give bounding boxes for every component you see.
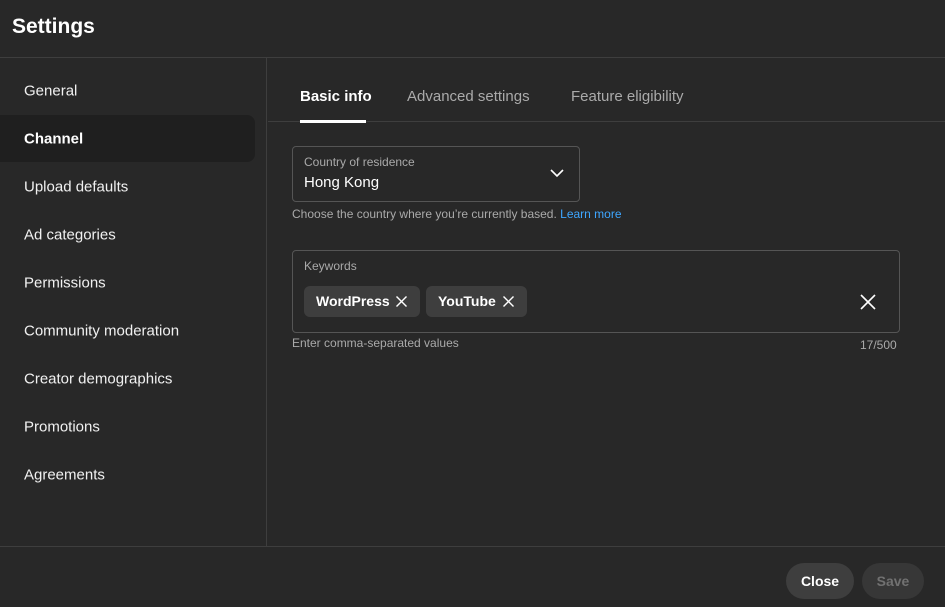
tab-label: Basic info xyxy=(300,88,372,105)
sidebar-item-label: Promotions xyxy=(24,418,100,435)
keywords-help-text: Enter comma-separated values xyxy=(292,336,459,350)
tab-advanced-settings[interactable]: Advanced settings xyxy=(407,58,533,122)
tab-label: Feature eligibility xyxy=(571,88,684,105)
sidebar-item-promotions[interactable]: Promotions xyxy=(0,403,255,450)
sidebar-item-label: Permissions xyxy=(24,274,106,291)
sidebar-item-permissions[interactable]: Permissions xyxy=(0,259,255,306)
keyword-chip: WordPress xyxy=(304,286,420,317)
tab-feature-eligibility[interactable]: Feature eligibility xyxy=(571,58,687,122)
settings-sidebar: General Channel Upload defaults Ad categ… xyxy=(0,58,267,546)
sidebar-item-label: Agreements xyxy=(24,466,105,483)
dialog-footer: Close Save xyxy=(0,546,945,607)
sidebar-item-label: Channel xyxy=(24,130,84,147)
country-select[interactable]: Country of residence Hong Kong xyxy=(292,146,580,202)
sidebar-item-label: Ad categories xyxy=(24,226,116,243)
keyword-chip-label: WordPress xyxy=(316,293,390,309)
close-icon[interactable] xyxy=(502,295,515,308)
sidebar-item-label: Upload defaults xyxy=(24,178,129,195)
dialog-title: Settings xyxy=(12,15,95,38)
sidebar-item-channel[interactable]: Channel xyxy=(0,115,255,162)
keyword-chip-label: YouTube xyxy=(438,293,496,309)
dialog-header: Settings xyxy=(0,0,945,58)
sidebar-item-community-moderation[interactable]: Community moderation xyxy=(0,307,255,354)
country-field-label: Country of residence xyxy=(304,155,415,169)
keywords-field[interactable]: Keywords WordPress YouTube xyxy=(292,250,900,333)
tab-label: Advanced settings xyxy=(407,88,530,105)
sidebar-item-label: Community moderation xyxy=(24,322,180,339)
country-help: Choose the country where you’re currentl… xyxy=(292,207,557,221)
tab-basic-info[interactable]: Basic info xyxy=(300,58,372,123)
country-value: Hong Kong xyxy=(304,174,380,191)
sidebar-item-label: Creator demographics xyxy=(24,370,173,387)
sidebar-item-general[interactable]: General xyxy=(0,67,255,114)
save-button[interactable]: Save xyxy=(862,563,924,599)
learn-more-link[interactable]: Learn more xyxy=(560,207,621,221)
close-button[interactable]: Close xyxy=(786,563,854,599)
clear-keywords-icon[interactable] xyxy=(859,293,877,311)
keyword-chip: YouTube xyxy=(426,286,527,317)
keywords-field-label: Keywords xyxy=(304,259,357,273)
tab-bar: Basic info Advanced settings Feature eli… xyxy=(268,58,945,123)
sidebar-item-ad-categories[interactable]: Ad categories xyxy=(0,211,255,258)
sidebar-item-upload-defaults[interactable]: Upload defaults xyxy=(0,163,255,210)
country-help-text: Choose the country where you’re currentl… xyxy=(292,207,622,221)
active-tab-indicator xyxy=(300,120,366,123)
sidebar-item-agreements[interactable]: Agreements xyxy=(0,451,255,498)
sidebar-item-creator-demographics[interactable]: Creator demographics xyxy=(0,355,255,402)
sidebar-item-label: General xyxy=(24,82,78,99)
chevron-down-icon xyxy=(550,169,564,178)
keywords-counter: 17/500 xyxy=(860,338,897,352)
close-icon[interactable] xyxy=(395,295,408,308)
